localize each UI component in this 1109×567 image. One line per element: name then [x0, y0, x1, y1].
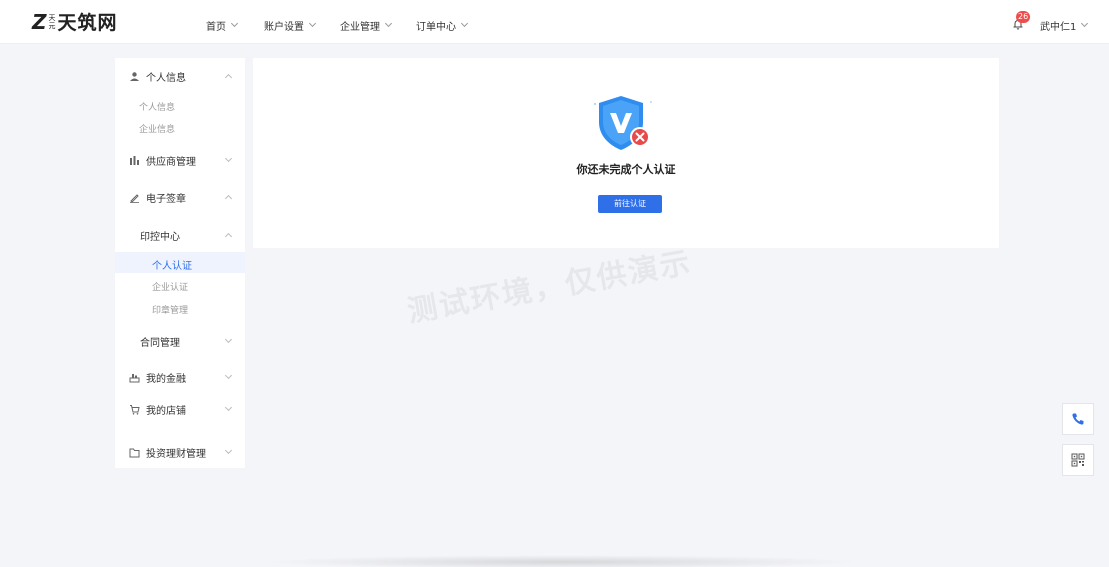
- sidebar-label: 我的金融: [146, 373, 186, 385]
- phone-icon: [1072, 413, 1084, 425]
- chevron-down-icon: [308, 19, 317, 28]
- user-icon: [130, 71, 139, 81]
- logo-mark: Z: [32, 9, 46, 34]
- sidebar-label: 投资理财管理: [146, 448, 206, 460]
- chart-icon: [130, 155, 139, 165]
- logo-text: 天筑网: [57, 12, 118, 34]
- sidebar-item-shop[interactable]: 我的店铺: [115, 398, 245, 420]
- sidebar-sub-personal-auth[interactable]: 个人认证: [152, 257, 192, 272]
- sidebar-label: 个人信息: [146, 72, 186, 84]
- chevron-down-icon: [460, 19, 469, 28]
- sidebar-item-supplier[interactable]: 供应商管理: [115, 149, 245, 171]
- nav-orders[interactable]: 订单中心: [416, 18, 469, 33]
- sidebar-item-seal-center[interactable]: 印控中心: [115, 224, 245, 246]
- chevron-down-icon: [230, 19, 239, 28]
- logo[interactable]: Z 天 元 天筑网: [32, 8, 118, 35]
- sidebar-label: 我的店铺: [146, 405, 186, 417]
- nav-enterprise-label: 企业管理: [340, 22, 380, 33]
- qrcode-button[interactable]: [1062, 444, 1094, 476]
- sidebar-label: 印控中心: [140, 231, 180, 243]
- coin-icon: [129, 373, 140, 382]
- go-authenticate-button[interactable]: 前往认证: [598, 195, 662, 213]
- sidebar-label: 供应商管理: [146, 156, 196, 168]
- phone-button[interactable]: [1062, 403, 1094, 435]
- logo-small-bottom: 元: [48, 21, 56, 30]
- shield-v-icon: [593, 96, 652, 150]
- chevron-down-icon: [224, 335, 233, 344]
- sidebar-label: 合同管理: [140, 337, 180, 349]
- sidebar-sub-enterprise-info[interactable]: 企业信息: [139, 122, 175, 135]
- qrcode-icon: [1071, 453, 1085, 467]
- nav-home-label: 首页: [206, 22, 226, 33]
- sidebar-sub-seal-manage[interactable]: 印章管理: [152, 303, 188, 316]
- cart-icon: [130, 404, 140, 415]
- nav-account-label: 账户设置: [264, 22, 304, 33]
- folder-icon: [129, 448, 140, 457]
- sidebar: 个人信息 个人信息 企业信息 供应商管理 电子签章 印控中心 个人认证 企业认证…: [115, 58, 245, 468]
- notification-badge: 26: [1016, 11, 1031, 23]
- main-card: 你还未完成个人认证 前往认证: [253, 58, 999, 248]
- chevron-up-icon: [224, 232, 233, 241]
- auth-message: 你还未完成个人认证: [576, 163, 676, 176]
- chevron-down-icon: [1081, 19, 1089, 28]
- nav-account-settings[interactable]: 账户设置: [264, 18, 317, 33]
- sidebar-item-esign[interactable]: 电子签章: [115, 186, 245, 208]
- sidebar-item-personal-info[interactable]: 个人信息: [115, 65, 245, 87]
- chevron-down-icon: [224, 371, 233, 380]
- nav-home[interactable]: 首页: [206, 18, 239, 33]
- user-name: 武中仁1: [1040, 22, 1077, 33]
- bottom-shadow: [262, 555, 862, 567]
- nav-enterprise[interactable]: 企业管理: [340, 18, 393, 33]
- pen-icon: [130, 193, 139, 203]
- chevron-down-icon: [224, 154, 233, 163]
- chevron-down-icon: [224, 403, 233, 412]
- chevron-down-icon: [384, 19, 393, 28]
- sidebar-label: 电子签章: [146, 193, 186, 205]
- chevron-up-icon: [224, 194, 233, 203]
- sidebar-sub-personal-info[interactable]: 个人信息: [139, 100, 175, 113]
- chevron-down-icon: [224, 446, 233, 455]
- sidebar-item-finance[interactable]: 我的金融: [115, 366, 245, 388]
- sidebar-item-invest[interactable]: 投资理财管理: [115, 441, 245, 463]
- sidebar-item-contract[interactable]: 合同管理: [115, 330, 245, 352]
- user-menu[interactable]: 武中仁1: [1040, 18, 1089, 33]
- logo-small-top: 天: [48, 13, 56, 22]
- nav-orders-label: 订单中心: [416, 22, 456, 33]
- chevron-up-icon: [224, 73, 233, 82]
- top-bar: Z 天 元 天筑网 首页 账户设置 企业管理 订单中心 26 武中仁1: [0, 0, 1109, 44]
- watermark: 测试环境，仅供演示: [404, 245, 695, 330]
- sidebar-sub-enterprise-auth[interactable]: 企业认证: [152, 280, 188, 293]
